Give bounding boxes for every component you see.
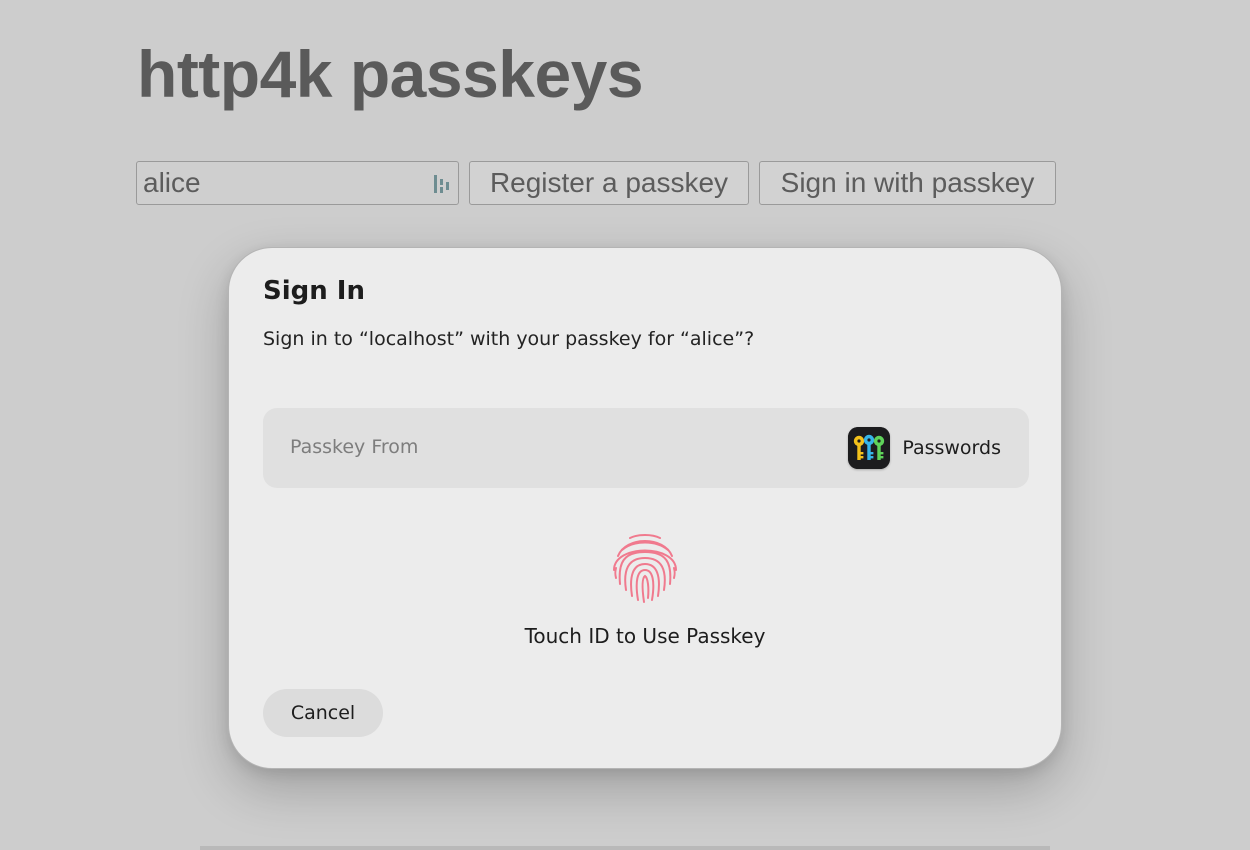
passkey-source-row[interactable]: Passkey From Passwords [263,408,1029,488]
passkey-source-label: Passkey From [290,436,419,458]
keychain-autofill-icon[interactable] [433,173,451,195]
passkey-signin-dialog: Sign In Sign in to “localhost” with your… [228,247,1062,769]
passwords-app-icon [848,427,891,469]
fingerprint-icon [613,534,677,603]
dialog-title: Sign In [263,276,365,306]
signin-passkey-button[interactable]: Sign in with passkey [759,161,1056,205]
username-input[interactable] [137,162,423,204]
username-field[interactable] [136,161,459,205]
browser-page: http4k passkeys Register a passkey Sign … [0,0,1250,850]
page-title: http4k passkeys [137,37,644,111]
page-bottom-divider [200,846,1050,850]
register-passkey-button[interactable]: Register a passkey [469,161,749,205]
touchid-prompt: Touch ID to Use Passkey [229,526,1061,648]
dialog-message: Sign in to “localhost” with your passkey… [263,328,755,350]
passkey-toolbar: Register a passkey Sign in with passkey [136,161,1056,205]
passkey-source-provider[interactable]: Passwords [848,427,1001,469]
touchid-label: Touch ID to Use Passkey [524,624,766,648]
passkey-source-provider-name: Passwords [902,437,1001,459]
cancel-button[interactable]: Cancel [263,689,383,737]
